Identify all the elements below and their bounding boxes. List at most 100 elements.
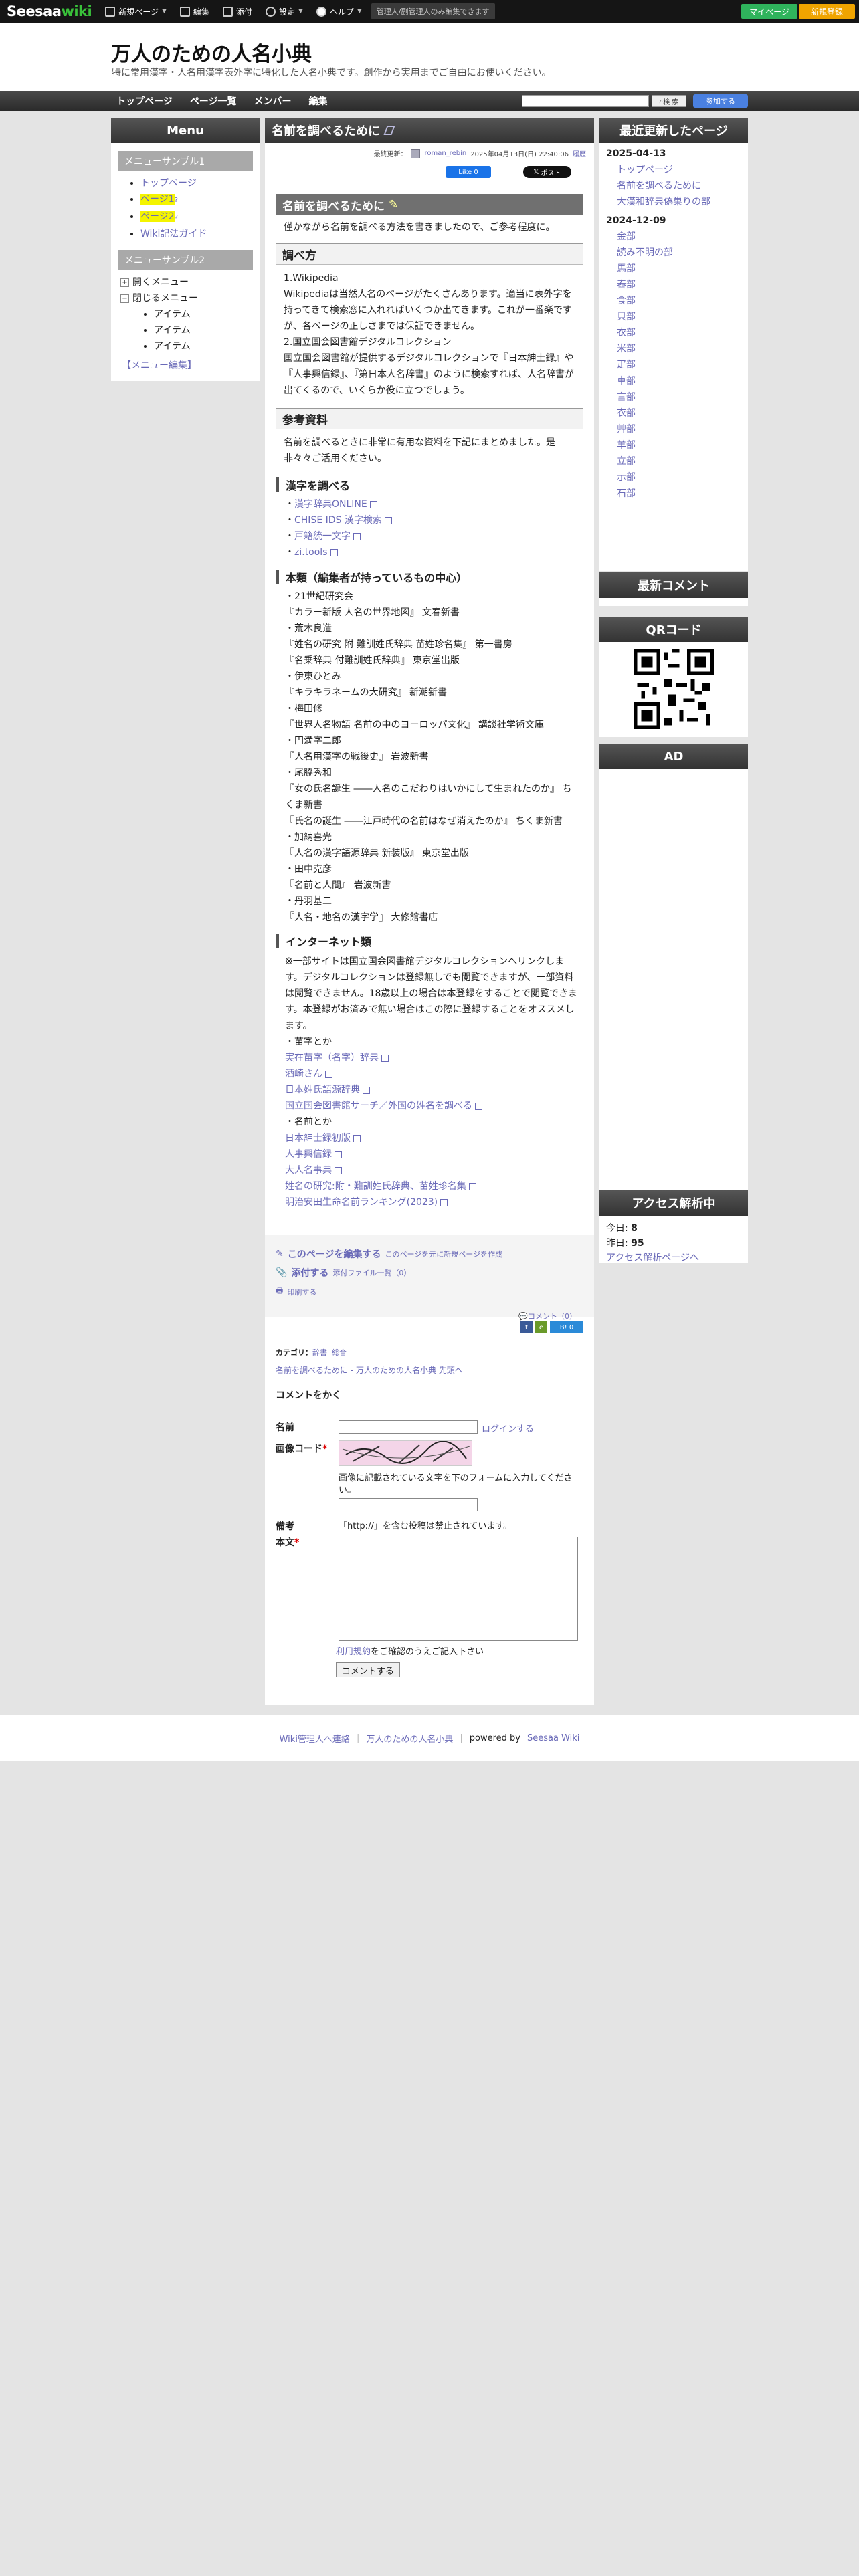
recent-page-link[interactable]: 艸部	[617, 424, 636, 435]
nav-top-page[interactable]: トップページ	[111, 94, 178, 108]
link-surname-dictionary[interactable]: 実在苗字（名字）辞典	[285, 1053, 379, 1063]
hatena-bookmark-button[interactable]: B! 0	[550, 1321, 583, 1333]
category-general[interactable]: 総合	[332, 1348, 347, 1357]
section-heading: 名前を調べるために ✎	[276, 194, 583, 215]
recent-page-link[interactable]: 衣部	[617, 328, 636, 338]
recent-page-link[interactable]: 疋部	[617, 360, 636, 370]
recent-page-link[interactable]: 羊部	[617, 440, 636, 451]
settings-menu[interactable]: 設定 ▼	[265, 6, 303, 17]
recent-page-link[interactable]: 金部	[617, 231, 636, 242]
site-header: 万人のための人名小典 特に常用漢字・人名用漢字表外字に特化した人名小典です。創作…	[0, 23, 859, 91]
new-page-menu[interactable]: 新規ページ ▼	[105, 6, 167, 17]
x-post-button[interactable]: 𝕏 ポスト	[523, 166, 571, 178]
nav-members[interactable]: メンバー	[248, 94, 296, 108]
link-kanjijiten[interactable]: 漢字辞典ONLINE	[294, 499, 367, 510]
recent-page-link[interactable]: 示部	[617, 472, 636, 483]
footer-site-link[interactable]: 万人のための人名小典	[366, 1732, 453, 1745]
link-dai-jinmei[interactable]: 大人名事典	[285, 1165, 332, 1176]
help-menu[interactable]: ヘルプ ▼	[316, 6, 362, 17]
external-link-icon	[381, 1054, 389, 1062]
comment-form-title: コメントをかく	[276, 1390, 341, 1401]
contact-admin-link[interactable]: Wiki管理人へ連絡	[280, 1732, 350, 1745]
menu-item: ページ2?	[140, 209, 260, 226]
access-box: アクセス解析中 今日: 8 昨日: 95 アクセス解析ページへ	[599, 1190, 748, 1263]
recent-page-link[interactable]: 米部	[617, 344, 636, 354]
site-title[interactable]: 万人のための人名小典	[111, 37, 312, 67]
author-link[interactable]: roman_rebin	[424, 150, 466, 157]
category-dictionary[interactable]: 辞書	[312, 1348, 327, 1357]
link-jinji-koshinroku[interactable]: 人事興信録	[285, 1149, 332, 1160]
register-button[interactable]: 新規登録	[799, 4, 855, 19]
submit-comment-button[interactable]: コメントする	[336, 1662, 400, 1677]
edit-page-link[interactable]: このページを編集する	[288, 1247, 381, 1261]
print-link[interactable]: 印刷する	[287, 1287, 316, 1297]
edit-menu[interactable]: 編集	[179, 6, 209, 17]
edit-pencil-icon[interactable]	[383, 126, 395, 135]
recent-page-link[interactable]: 衣部	[617, 408, 636, 419]
link-chise[interactable]: CHISE IDS 漢字検索	[294, 515, 382, 526]
internet-link-list: ・苗字とか 実在苗字（名字）辞典 酒崎さん 日本姓氏語源辞典 国立国会図書館サー…	[285, 1034, 579, 1210]
edit-permission-note: 管理人/副管理人のみ編集できます	[371, 3, 495, 19]
edit-menu-link[interactable]: 【メニュー編集】	[122, 360, 197, 371]
search-button[interactable]: ⌕ 検 索	[652, 95, 686, 107]
external-link-icon	[440, 1198, 448, 1206]
attach-link[interactable]: 添付する	[291, 1266, 328, 1279]
main-content: 名前を調べるために 最終更新： roman_rebin 2025年04月13日(…	[265, 118, 594, 1705]
name-input[interactable]	[339, 1420, 478, 1434]
link-meiji-yasuda[interactable]: 明治安田生命名前ランキング(2023)	[285, 1197, 438, 1208]
recent-page-link[interactable]: トップページ	[617, 165, 673, 175]
nav-edit[interactable]: 編集	[303, 94, 332, 108]
page-actions: ✎ このページを編集する このページを元に新規ページを作成 📎 添付する 添付ファイル一…	[265, 1235, 594, 1317]
history-link[interactable]: 履歴	[573, 148, 586, 158]
recent-page-link[interactable]: 馬部	[617, 263, 636, 274]
captcha-input[interactable]	[339, 1498, 478, 1511]
recent-page-link[interactable]: 石部	[617, 488, 636, 499]
menu-link-top-page[interactable]: トップページ	[140, 178, 197, 189]
search-input[interactable]	[522, 95, 649, 107]
link-ndl-search[interactable]: 国立国会図書館サーチ／外国の姓名を調べる	[285, 1101, 472, 1111]
mypage-button[interactable]: マイページ	[741, 4, 797, 19]
open-menu-toggle[interactable]: + 開くメニュー	[120, 274, 260, 290]
terms-link[interactable]: 利用規約	[336, 1647, 371, 1657]
menu-link-page2[interactable]: ページ2	[140, 211, 175, 222]
last-updated: 最終更新： roman_rebin 2025年04月13日(日) 22:40:0…	[373, 148, 586, 158]
recent-page-link[interactable]: 読み不明の部	[617, 247, 673, 258]
link-sakezaki[interactable]: 酒崎さん	[285, 1069, 322, 1079]
external-link-icon	[363, 1086, 370, 1094]
closed-menu-toggle[interactable]: − 閉じるメニュー	[120, 290, 260, 306]
recent-page-link[interactable]: 食部	[617, 296, 636, 306]
attach-menu[interactable]: 添付	[222, 6, 252, 17]
comment-body-textarea[interactable]	[339, 1537, 578, 1641]
tumblr-icon[interactable]: t	[520, 1321, 533, 1333]
external-link-icon	[353, 532, 361, 540]
seesaa-wiki-link[interactable]: Seesaa Wiki	[527, 1733, 579, 1743]
breadcrumb[interactable]: 名前を調べるために - 万人のための人名小典 先頭へ	[276, 1366, 463, 1375]
recent-page-link[interactable]: 車部	[617, 376, 636, 387]
access-analytics-link[interactable]: アクセス解析ページへ	[606, 1253, 699, 1263]
link-surname-origin[interactable]: 日本姓氏語源辞典	[285, 1085, 360, 1095]
recent-page-link[interactable]: 名前を調べるために	[617, 181, 701, 191]
link-shinshiroku[interactable]: 日本紳士録初版	[285, 1133, 351, 1144]
nav-page-list[interactable]: ページ一覧	[185, 94, 242, 108]
comment-count-link[interactable]: 💬コメント（0）	[518, 1311, 577, 1321]
latest-comments-title: 最新コメント	[599, 572, 748, 598]
menu-link-wiki-guide[interactable]: Wiki記法ガイド	[140, 229, 207, 239]
recent-page-link[interactable]: 立部	[617, 456, 636, 467]
recent-page-link[interactable]: 言部	[617, 392, 636, 403]
link-zitools[interactable]: zi.tools	[294, 547, 328, 558]
recent-page-link[interactable]: 大漢和辞典偽巣りの部	[617, 197, 710, 207]
facebook-like-button[interactable]: Like 0	[446, 166, 491, 178]
recent-page-link[interactable]: 貝部	[617, 312, 636, 322]
pencil-icon: ✎	[276, 1249, 284, 1259]
login-link[interactable]: ログインする	[482, 1422, 534, 1434]
link-koseki[interactable]: 戸籍統一文字	[294, 531, 351, 542]
seesaa-wiki-logo[interactable]: Seesaawiki	[7, 3, 92, 19]
recent-page-link[interactable]: 舂部	[617, 280, 636, 290]
external-link-icon	[384, 516, 392, 524]
new-page-from-this-link[interactable]: このページを元に新規ページを作成	[385, 1249, 502, 1259]
link-seimei-kenkyu[interactable]: 姓名の研究:附・難訓姓氏辞典、苗姓珍名集	[285, 1181, 466, 1192]
join-button[interactable]: 参加する	[693, 94, 748, 108]
menu-link-page1[interactable]: ページ1	[140, 194, 175, 205]
attachment-list-link[interactable]: 添付ファイル一覧（0）	[332, 1267, 411, 1278]
evernote-icon[interactable]: e	[535, 1321, 547, 1333]
